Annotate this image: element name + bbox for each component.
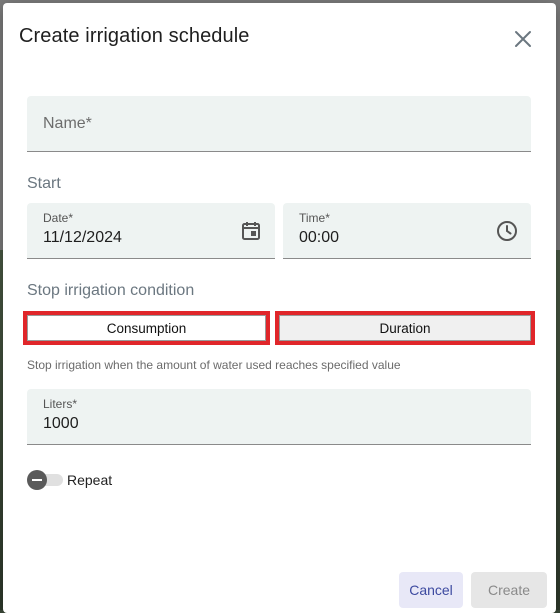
duration-option[interactable]: Duration [275,311,535,345]
name-field-placeholder: Name* [43,115,92,132]
consumption-option-label: Consumption [27,315,266,341]
dialog-title: Create irrigation schedule [19,25,250,47]
cancel-button[interactable]: Cancel [399,572,463,608]
create-button[interactable]: Create [471,572,547,608]
repeat-toggle-knob [27,470,47,490]
repeat-label: Repeat [67,472,113,488]
consumption-option[interactable]: Consumption [23,311,270,345]
date-field[interactable]: Date* 11/12/2024 [27,203,275,259]
clock-icon[interactable] [495,219,519,243]
stop-condition-hint: Stop irrigation when the amount of water… [27,358,401,372]
create-schedule-dialog: Create irrigation schedule Name* Start D… [3,3,556,613]
time-field-label: Time* [299,211,330,225]
liters-field-label: Liters* [43,397,78,411]
name-field[interactable]: Name* [27,96,531,152]
date-field-value: 11/12/2024 [43,229,122,246]
date-field-label: Date* [43,211,74,225]
stop-condition-section-label: Stop irrigation condition [27,282,195,299]
close-button[interactable] [508,24,538,54]
liters-field-value: 1000 [43,415,79,432]
time-field-value: 00:00 [299,229,340,246]
duration-option-label: Duration [279,315,531,341]
close-icon [515,31,531,47]
liters-field[interactable]: Liters* 1000 [27,389,531,445]
calendar-icon[interactable] [239,219,263,243]
time-field[interactable]: Time* 00:00 [283,203,531,259]
start-section-label: Start [27,175,61,192]
repeat-toggle[interactable] [27,470,65,490]
